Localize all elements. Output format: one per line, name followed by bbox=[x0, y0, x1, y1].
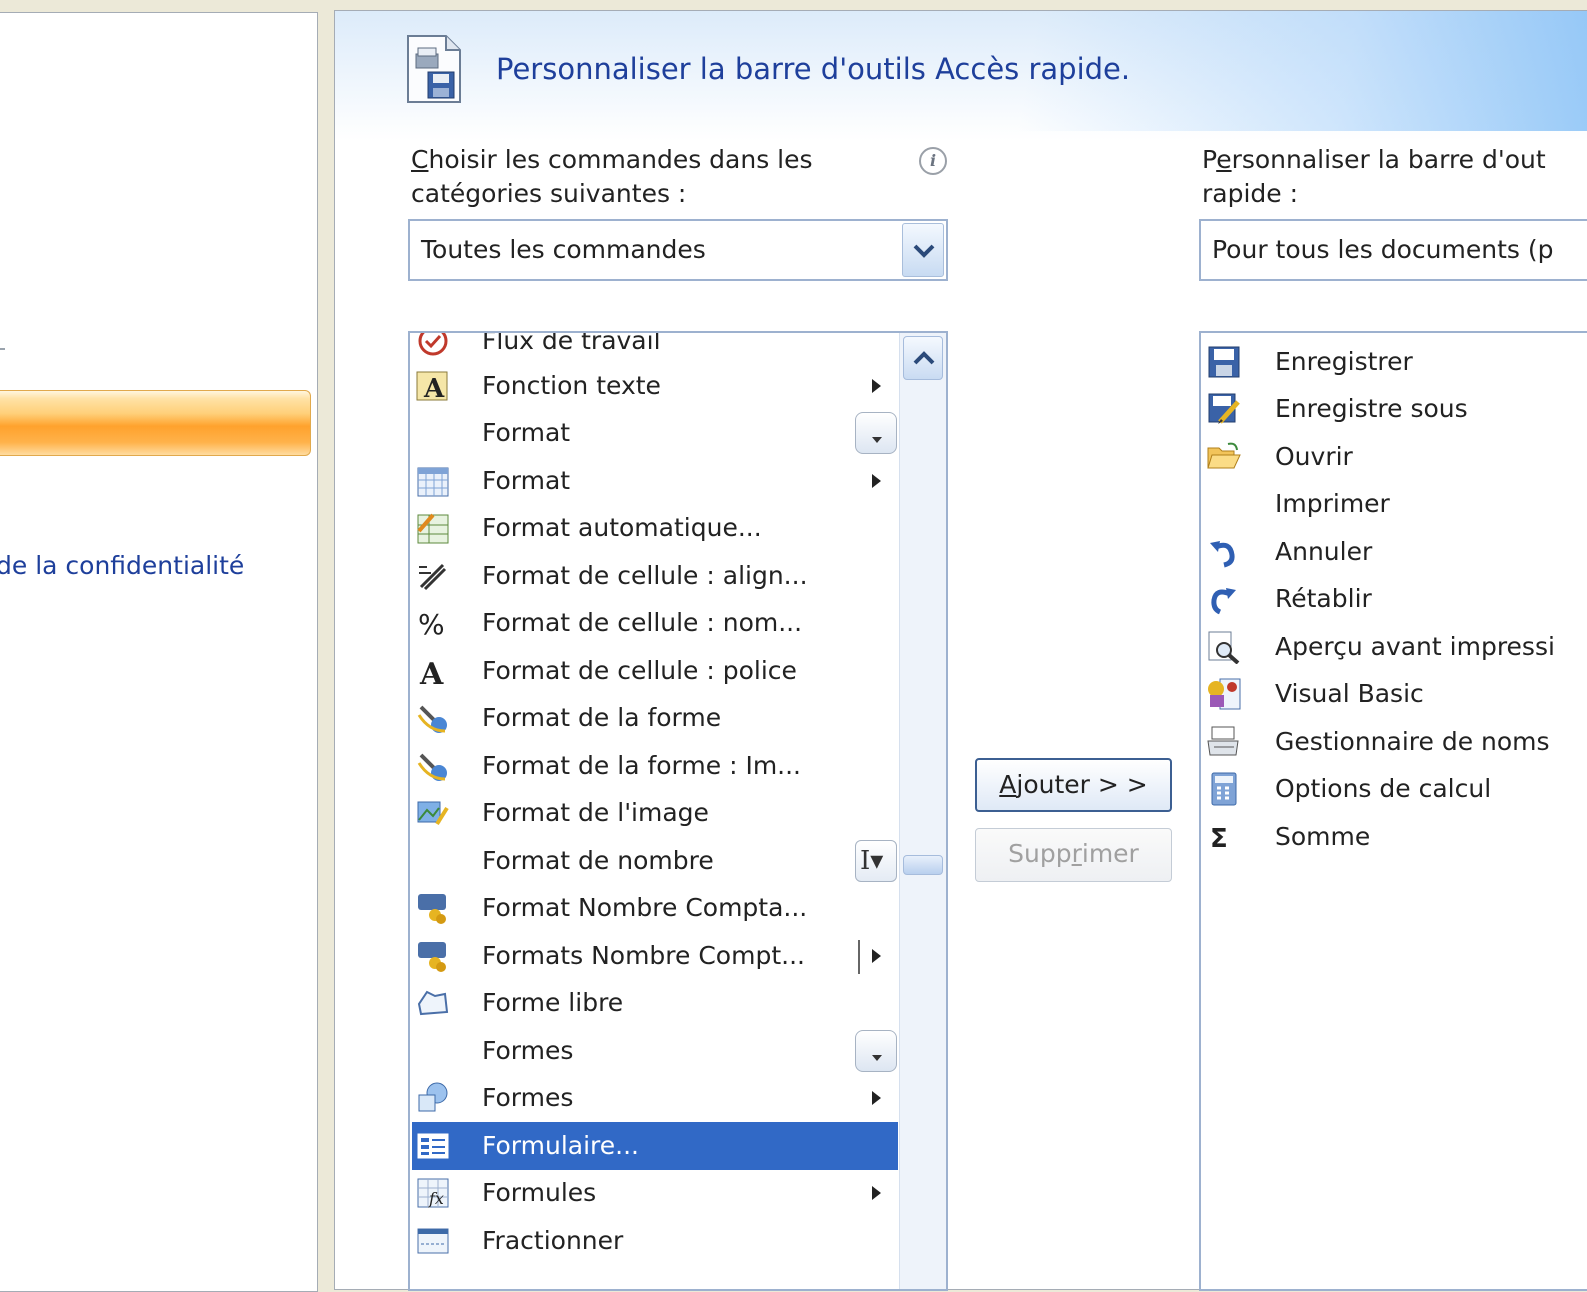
list-item[interactable]: Fractionner bbox=[412, 1217, 898, 1265]
scroll-up-button[interactable] bbox=[903, 336, 943, 380]
name-manager-icon bbox=[1206, 725, 1242, 759]
list-item[interactable]: Formes bbox=[412, 1027, 898, 1075]
list-item[interactable]: Format de la forme bbox=[412, 694, 898, 742]
shapes-icon bbox=[415, 1081, 451, 1115]
svg-text:A: A bbox=[423, 374, 445, 403]
save-as-icon bbox=[1206, 392, 1242, 426]
list-item[interactable]: Formes bbox=[412, 1074, 898, 1122]
autoformat-icon bbox=[415, 511, 451, 545]
align-icon bbox=[415, 559, 451, 593]
commands-category-label: Choisir les commandes dans les bbox=[411, 143, 813, 177]
save-icon bbox=[1206, 345, 1242, 379]
shape-format-icon bbox=[415, 749, 451, 783]
dropdown-button[interactable] bbox=[902, 223, 944, 277]
commands-category-label-line2: catégories suivantes : bbox=[411, 179, 687, 208]
list-item[interactable]: Forme libre bbox=[412, 979, 898, 1027]
chevron-down-icon bbox=[913, 244, 935, 258]
commands-list[interactable]: Flux de travail A Fonction texte Format … bbox=[408, 331, 948, 1291]
page-title: Personnaliser la barre d'outils Accès ra… bbox=[496, 52, 1131, 86]
accounting-icon bbox=[415, 891, 451, 925]
workflow-icon bbox=[415, 333, 451, 358]
list-item[interactable]: Gestionnaire de noms bbox=[1203, 718, 1587, 766]
submenu-arrow-icon bbox=[872, 474, 881, 488]
list-item[interactable]: Enregistrer bbox=[1203, 338, 1587, 386]
toolbar-scope-value: Pour tous les documents (p bbox=[1212, 235, 1554, 264]
submenu-arrow-icon bbox=[872, 1186, 881, 1200]
split-icon bbox=[415, 1224, 451, 1258]
shape-format-icon bbox=[415, 701, 451, 735]
font-icon: A bbox=[415, 654, 451, 688]
formulas-icon: fx bbox=[415, 1176, 451, 1210]
label-text: hoisir les commandes dans les bbox=[428, 145, 813, 174]
list-item[interactable]: Annuler bbox=[1203, 528, 1587, 576]
calendar-format-icon bbox=[415, 464, 451, 498]
list-item[interactable]: A Format de cellule : police bbox=[412, 647, 898, 695]
list-item[interactable]: Visual Basic bbox=[1203, 670, 1587, 718]
freeform-icon bbox=[415, 986, 451, 1020]
list-item[interactable]: Options de calcul bbox=[1203, 765, 1587, 813]
nav-item-privacy-link[interactable]: de la confidentialité bbox=[0, 551, 244, 580]
svg-text:fx: fx bbox=[428, 1189, 444, 1208]
list-item[interactable]: % Format de cellule : nom... bbox=[412, 599, 898, 647]
list-item-selected[interactable]: Formulaire... bbox=[412, 1122, 898, 1170]
info-icon[interactable]: i bbox=[919, 147, 947, 175]
list-item[interactable]: Format automatique... bbox=[412, 504, 898, 552]
picture-format-icon bbox=[415, 796, 451, 830]
undo-icon bbox=[1206, 535, 1242, 569]
commands-category-value: Toutes les commandes bbox=[421, 235, 706, 264]
text-cursor-dropdown-icon: I▾ bbox=[855, 840, 897, 882]
list-item[interactable]: Aperçu avant impressi bbox=[1203, 623, 1587, 671]
redo-icon bbox=[1206, 582, 1242, 616]
toolbar-commands-list[interactable]: Enregistrer Enregistre sous Ouvrir Impri… bbox=[1199, 331, 1587, 1291]
list-item[interactable]: Format de l'image bbox=[412, 789, 898, 837]
svg-text:Σ: Σ bbox=[1210, 824, 1228, 854]
list-item[interactable]: Format de la forme : Im... bbox=[412, 742, 898, 790]
toolbar-scope-label: Personnaliser la barre d'out bbox=[1202, 145, 1546, 174]
chevron-up-icon bbox=[913, 351, 935, 365]
list-item[interactable]: fx Formules bbox=[412, 1169, 898, 1217]
list-item[interactable]: Format Nombre Compta... bbox=[412, 884, 898, 932]
quick-access-toolbar-icon bbox=[406, 28, 462, 104]
calculator-icon bbox=[1206, 772, 1242, 806]
list-item[interactable]: A Fonction texte bbox=[412, 362, 898, 410]
visual-basic-icon bbox=[1206, 677, 1242, 711]
list-item[interactable]: Flux de travail bbox=[412, 333, 898, 365]
submenu-arrow-icon bbox=[872, 379, 881, 393]
submenu-arrow-icon bbox=[872, 949, 881, 963]
list-item[interactable]: Rétablir bbox=[1203, 575, 1587, 623]
label-accesskey: C bbox=[411, 145, 429, 174]
gallery-dropdown-icon bbox=[855, 412, 897, 454]
accounting-icon bbox=[415, 939, 451, 973]
text-function-icon: A bbox=[415, 369, 451, 403]
nav-divider bbox=[0, 348, 5, 350]
commands-scrollbar[interactable] bbox=[899, 333, 946, 1289]
svg-text:A: A bbox=[419, 657, 444, 688]
list-item[interactable]: Ouvrir bbox=[1203, 433, 1587, 481]
list-item[interactable]: Format bbox=[412, 457, 898, 505]
sum-icon: Σ bbox=[1206, 820, 1242, 854]
nav-item-selected[interactable] bbox=[0, 390, 311, 456]
list-item[interactable]: Format bbox=[412, 409, 898, 457]
list-item[interactable]: Imprimer bbox=[1203, 480, 1587, 528]
percent-icon: % bbox=[415, 606, 451, 640]
add-button[interactable]: Ajouter > > bbox=[975, 758, 1172, 812]
print-preview-icon bbox=[1206, 630, 1242, 664]
list-item[interactable]: Format de nombre I▾ bbox=[412, 837, 898, 885]
split-separator bbox=[858, 940, 860, 974]
list-item[interactable]: Format de cellule : align... bbox=[412, 552, 898, 600]
list-item[interactable]: Enregistre sous bbox=[1203, 385, 1587, 433]
toolbar-scope-select[interactable]: Pour tous les documents (p bbox=[1199, 219, 1587, 281]
navigation-pane: de la confidentialité bbox=[0, 12, 318, 1292]
submenu-arrow-icon bbox=[872, 1091, 881, 1105]
list-item[interactable]: Formats Nombre Compt... bbox=[412, 932, 898, 980]
commands-category-select[interactable]: Toutes les commandes bbox=[408, 219, 948, 281]
list-item[interactable]: Σ Somme bbox=[1203, 813, 1587, 861]
svg-text:%: % bbox=[418, 608, 445, 640]
scroll-thumb[interactable] bbox=[903, 855, 943, 875]
open-folder-icon bbox=[1206, 440, 1242, 474]
remove-button[interactable]: Supprimer bbox=[975, 828, 1172, 882]
form-icon bbox=[415, 1129, 451, 1163]
toolbar-scope-label-line2: rapide : bbox=[1202, 179, 1299, 208]
gallery-dropdown-icon bbox=[855, 1030, 897, 1072]
